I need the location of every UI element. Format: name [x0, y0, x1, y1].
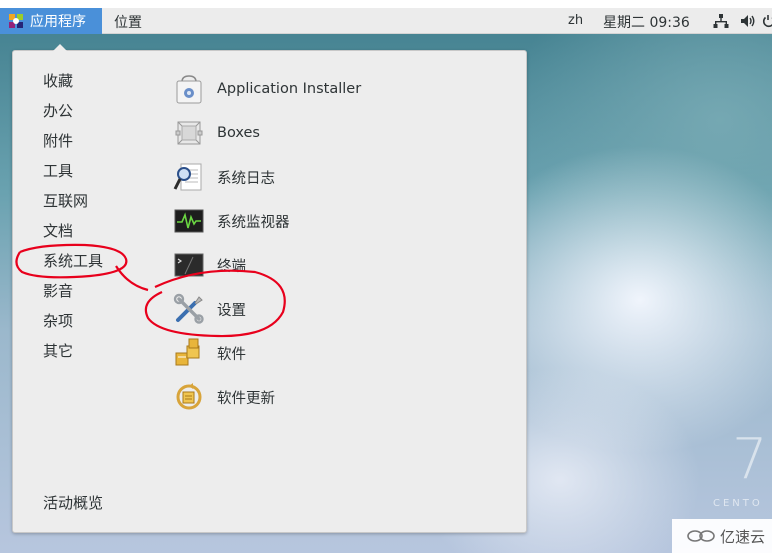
software-update-icon [173, 381, 205, 413]
applications-menu-button[interactable]: 应用程序 [0, 8, 102, 34]
app-terminal[interactable]: 终端 [173, 247, 473, 283]
app-system-monitor[interactable]: 系统监视器 [173, 203, 473, 239]
app-label: 软件更新 [217, 390, 275, 407]
category-accessories[interactable]: 附件 [43, 130, 73, 152]
software-icon [173, 337, 205, 369]
input-language-indicator[interactable]: zh [568, 13, 583, 28]
activities-overview-link[interactable]: 活动概览 [43, 492, 103, 513]
category-sound-video[interactable]: 影音 [43, 280, 73, 302]
settings-icon [173, 293, 205, 325]
centos-version-mark: 7 [732, 427, 768, 492]
boxes-icon [173, 117, 205, 149]
system-monitor-icon [173, 205, 205, 237]
app-label: Boxes [217, 125, 260, 141]
category-documents[interactable]: 文档 [43, 220, 73, 242]
app-label: 终端 [217, 258, 246, 275]
applications-menu-label: 应用程序 [30, 14, 86, 30]
app-software[interactable]: 软件 [173, 335, 473, 371]
category-office[interactable]: 办公 [43, 100, 73, 122]
watermark-text: 亿速云 [720, 527, 766, 546]
power-icon[interactable] [762, 13, 772, 29]
clock[interactable]: 星期二 09:36 [603, 12, 690, 32]
app-application-installer[interactable]: Application Installer [173, 71, 473, 107]
gnome-foot-icon [8, 13, 24, 29]
category-utilities[interactable]: 工具 [43, 160, 73, 182]
top-bar: 应用程序 位置 zh 星期二 09:36 [0, 8, 772, 34]
app-label: 系统监视器 [217, 214, 290, 231]
app-software-update[interactable]: 软件更新 [173, 379, 473, 415]
app-system-log[interactable]: 系统日志 [173, 159, 473, 195]
centos-wordmark: CENTO [713, 498, 763, 509]
screen-top-border [0, 0, 772, 8]
app-settings[interactable]: 设置 [173, 291, 473, 327]
category-favorites[interactable]: 收藏 [43, 70, 73, 92]
application-installer-icon [173, 73, 205, 105]
category-other[interactable]: 其它 [43, 340, 73, 362]
system-log-icon [173, 161, 205, 193]
app-label: 系统日志 [217, 170, 275, 187]
cloud-logo-icon [687, 530, 715, 542]
category-internet[interactable]: 互联网 [43, 190, 88, 212]
category-system-tools[interactable]: 系统工具 [43, 250, 103, 272]
app-label: Application Installer [217, 81, 362, 97]
volume-icon[interactable] [740, 13, 756, 29]
app-label: 设置 [217, 302, 246, 319]
app-label: 软件 [217, 346, 246, 363]
places-menu-button[interactable]: 位置 [114, 12, 142, 32]
watermark-badge: 亿速云 [672, 519, 772, 553]
applications-menu-popup: 收藏 办公 附件 工具 互联网 文档 系统工具 影音 杂项 其它 Applica… [12, 44, 527, 533]
app-boxes[interactable]: Boxes [173, 115, 473, 151]
category-sundry[interactable]: 杂项 [43, 310, 73, 332]
terminal-icon [173, 249, 205, 281]
network-icon[interactable] [713, 13, 729, 29]
